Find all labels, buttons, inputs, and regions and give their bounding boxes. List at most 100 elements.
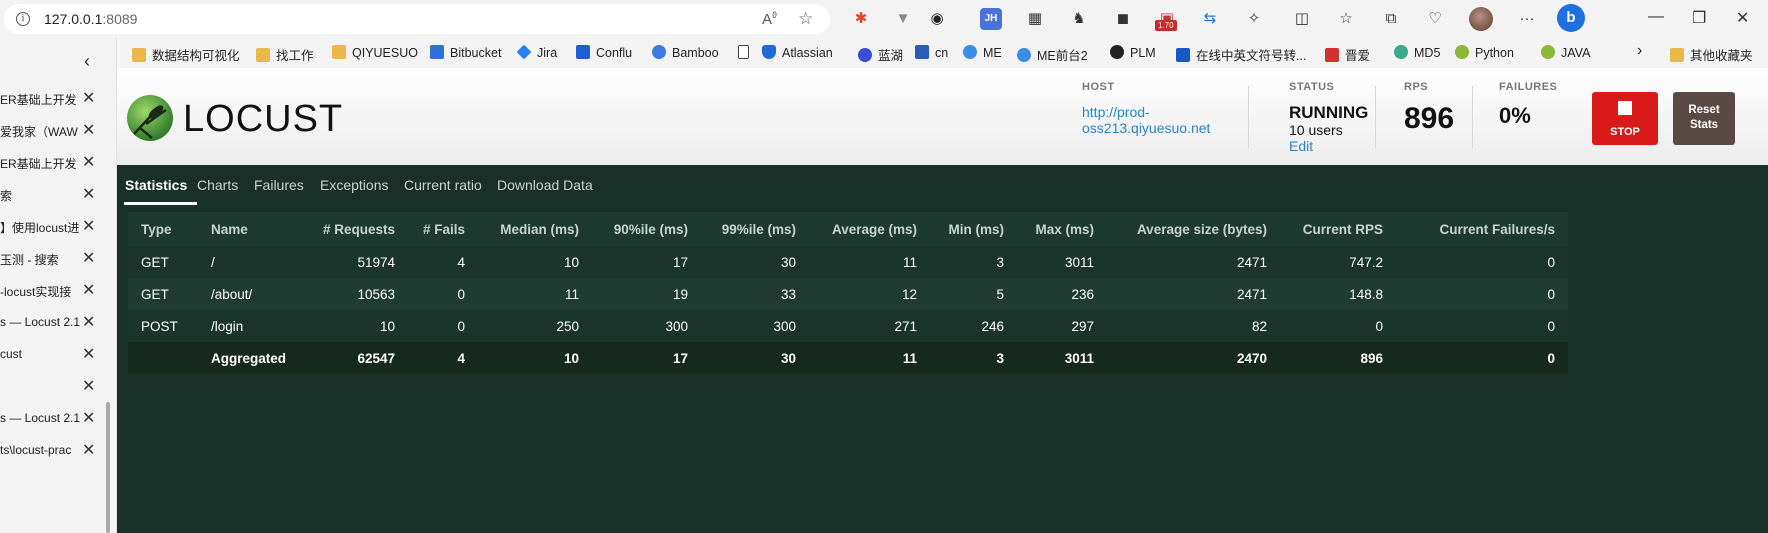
stop-icon (1618, 101, 1632, 115)
column-header[interactable]: Name (198, 212, 308, 246)
column-header[interactable]: Average (ms) (809, 212, 930, 246)
cell-fails: 4 (408, 246, 478, 278)
bookmark-link[interactable]: 晋爱 (1325, 45, 1370, 64)
chevron-right-icon[interactable]: › (1637, 42, 1642, 60)
column-header[interactable]: 99%ile (ms) (701, 212, 809, 246)
sidebar-scrollbar[interactable] (106, 402, 110, 533)
bookmark-link[interactable]: cn (915, 45, 948, 60)
bookmark-link[interactable]: Bamboo (652, 45, 719, 60)
puzzle-icon[interactable]: ✧ (1243, 8, 1265, 30)
close-icon[interactable]: ✕ (82, 312, 95, 332)
bookmark-link[interactable]: PLM (1110, 45, 1156, 60)
bookmark-link[interactable]: Bitbucket (430, 45, 501, 60)
close-icon[interactable]: ✕ (82, 120, 95, 140)
bookmark-link[interactable]: Jira (516, 44, 557, 60)
address-bar[interactable]: i 127.0.0.1:8089 Aϑ ☆ (4, 4, 830, 34)
column-header[interactable]: Min (ms) (930, 212, 1017, 246)
close-icon[interactable]: ✕ (82, 344, 95, 364)
host-link[interactable]: http://prod-oss213.qiyuesuo.net (1082, 104, 1232, 136)
jh-icon[interactable]: JH (980, 8, 1002, 30)
site-info-icon[interactable]: i (16, 12, 30, 26)
column-header[interactable]: 90%ile (ms) (592, 212, 701, 246)
bookmark-link[interactable]: ME前台2 (1017, 45, 1088, 64)
tab-current-ratio[interactable]: Current ratio (404, 177, 482, 193)
column-header[interactable]: Average size (bytes) (1107, 212, 1280, 246)
bookmark-folder[interactable]: QIYUESUO (332, 45, 418, 60)
bookmark-link[interactable]: Conflu (576, 45, 632, 60)
address-url[interactable]: 127.0.0.1:8089 (44, 11, 137, 27)
bookmark-link[interactable]: 蓝湖 (858, 45, 903, 64)
tab-item[interactable]: -locust实现接 ✕ (0, 274, 117, 306)
collections-icon[interactable]: ⧉ (1380, 8, 1402, 30)
minimize-icon[interactable]: — (1648, 8, 1664, 26)
tab-item[interactable]: ts\locust-prac ✕ (0, 434, 117, 466)
bird-icon[interactable]: ♞ (1068, 8, 1090, 30)
tab-download-data[interactable]: Download Data (497, 177, 593, 193)
column-header[interactable]: Type (128, 212, 198, 246)
bookmark-link[interactable]: 在线中英文符号转... (1176, 45, 1306, 64)
restore-icon[interactable]: ❐ (1692, 8, 1706, 28)
close-icon[interactable]: ✕ (82, 248, 95, 268)
tab-charts[interactable]: Charts (197, 177, 238, 193)
column-header[interactable]: Max (ms) (1017, 212, 1107, 246)
bing-copilot-icon[interactable]: b (1557, 4, 1585, 32)
bookmark-link[interactable] (738, 45, 755, 60)
cell-average: 12 (809, 278, 930, 310)
favorites-icon[interactable]: ☆ (1335, 8, 1357, 30)
tab-item[interactable]: s — Locust 2.1 ✕ (0, 402, 117, 434)
favorite-star-icon[interactable]: ☆ (798, 9, 813, 29)
close-icon[interactable]: ✕ (82, 88, 95, 108)
close-icon[interactable]: ✕ (82, 376, 95, 396)
stop-button[interactable]: STOP (1592, 92, 1658, 145)
w-icon[interactable]: ◉ (926, 8, 948, 30)
close-icon[interactable]: ✕ (82, 408, 95, 428)
tab-item[interactable]: s — Locust 2.1 ✕ (0, 306, 117, 338)
tab-item[interactable]: 爱我家（WAW ✕ (0, 114, 117, 146)
tab-exceptions[interactable]: Exceptions (320, 177, 388, 193)
tab-item[interactable]: ✕ (0, 370, 117, 402)
health-icon[interactable]: ♡ (1424, 8, 1446, 30)
column-header[interactable]: Current RPS (1280, 212, 1396, 246)
close-window-icon[interactable]: ✕ (1736, 8, 1749, 28)
bookmark-folder[interactable]: 数据结构可视化 (132, 45, 240, 64)
color-wheel-icon[interactable]: ✱ (850, 8, 872, 30)
qr-icon[interactable]: ▦ (1024, 8, 1046, 30)
reset-stats-button[interactable]: Reset Stats (1673, 92, 1735, 145)
read-aloud-icon[interactable]: Aϑ (762, 10, 777, 28)
cell-average: 11 (809, 342, 930, 374)
collapse-sidebar-icon[interactable]: ‹ (84, 51, 90, 72)
tab-item[interactable]: ER基础上开发 ✕ (0, 146, 117, 178)
close-icon[interactable]: ✕ (82, 152, 95, 172)
bookmark-link[interactable]: ME (963, 45, 1002, 60)
column-header[interactable]: Current Failures/s (1396, 212, 1568, 246)
column-header[interactable]: # Requests (308, 212, 408, 246)
edit-users-link[interactable]: Edit (1289, 138, 1313, 154)
vivaldi-icon[interactable]: ▼ (892, 8, 914, 30)
bookmark-folder[interactable]: 其他收藏夹 (1670, 45, 1753, 64)
tab-item[interactable]: cust ✕ (0, 338, 117, 370)
translate-icon[interactable]: ⇆ (1199, 8, 1221, 30)
tab-item[interactable]: 索 ✕ (0, 178, 117, 210)
bookmark-link[interactable]: Atlassian (762, 45, 833, 60)
tab-item[interactable]: 】使用locust进 ✕ (0, 210, 117, 242)
profile-avatar[interactable] (1469, 7, 1493, 31)
column-header[interactable]: # Fails (408, 212, 478, 246)
bookmark-link[interactable]: JAVA (1541, 45, 1590, 60)
more-menu-icon[interactable]: ··· (1516, 8, 1538, 30)
tab-failures[interactable]: Failures (254, 177, 304, 193)
locust-logo-icon (127, 95, 173, 141)
close-icon[interactable]: ✕ (82, 216, 95, 236)
column-header[interactable]: Median (ms) (478, 212, 592, 246)
tab-item[interactable]: 玉测 - 搜索 ✕ (0, 242, 117, 274)
tab-item[interactable]: ER基础上开发 ✕ (0, 82, 117, 114)
split-screen-icon[interactable]: ◫ (1291, 8, 1313, 30)
tab-statistics[interactable]: Statistics (125, 177, 187, 193)
game-icon[interactable]: ◼ (1112, 8, 1134, 30)
close-icon[interactable]: ✕ (82, 184, 95, 204)
close-icon[interactable]: ✕ (82, 280, 95, 300)
bookmark-folder[interactable]: 找工作 (256, 45, 314, 64)
folder-icon (332, 45, 346, 59)
bookmark-link[interactable]: MD5 (1394, 45, 1440, 60)
bookmark-link[interactable]: Python (1455, 45, 1514, 60)
close-icon[interactable]: ✕ (82, 440, 95, 460)
